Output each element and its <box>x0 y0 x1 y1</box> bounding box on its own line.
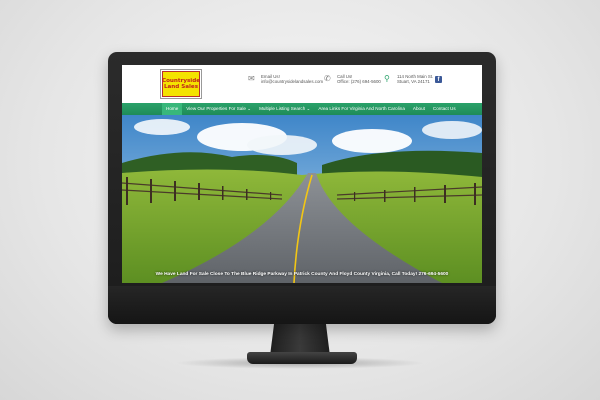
nav-area-links[interactable]: Area Links For Virginia And North Caroli… <box>314 103 408 115</box>
logo-post <box>200 69 202 99</box>
monitor: Countryside Land Sales ✉ Email Us! info@c… <box>108 52 496 324</box>
nav-contact[interactable]: Contact Us <box>429 103 460 115</box>
nav-properties[interactable]: View Our Properties For Sale ⌄ <box>182 103 255 115</box>
address-contact: ⚲ 114 North Main St. Stuart, VA 24171 <box>384 74 433 85</box>
website-screen: Countryside Land Sales ✉ Email Us! info@c… <box>122 65 482 283</box>
monitor-stand-base <box>247 352 357 364</box>
phone-contact[interactable]: ✆ Call Us! Office: (276) 694-5600 <box>324 74 381 85</box>
facebook-icon[interactable]: f <box>435 76 442 83</box>
hero-landscape-image <box>122 115 482 283</box>
site-header: Countryside Land Sales ✉ Email Us! info@c… <box>122 65 482 103</box>
phone-icon: ✆ <box>324 74 331 83</box>
email-address[interactable]: info@countrysidelandsales.com <box>261 79 323 84</box>
envelope-icon: ✉ <box>248 74 255 83</box>
hero-banner: We Have Land For Sale Close To The Blue … <box>122 115 482 283</box>
hero-tagline: We Have Land For Sale Close To The Blue … <box>155 272 449 277</box>
main-nav: Home View Our Properties For Sale ⌄ Mult… <box>122 103 482 115</box>
address-line2: Stuart, VA 24171 <box>397 79 430 85</box>
map-pin-icon: ⚲ <box>384 74 390 83</box>
nav-home[interactable]: Home <box>162 103 183 115</box>
nav-about[interactable]: About <box>409 103 429 115</box>
site-logo[interactable]: Countryside Land Sales <box>162 71 200 97</box>
nav-mls-search[interactable]: Multiple Listing Search ⌄ <box>255 103 314 115</box>
email-contact[interactable]: ✉ Email Us! info@countrysidelandsales.co… <box>248 74 323 85</box>
monitor-chin <box>108 286 496 324</box>
phone-number[interactable]: Office: (276) 694-5600 <box>337 79 381 84</box>
